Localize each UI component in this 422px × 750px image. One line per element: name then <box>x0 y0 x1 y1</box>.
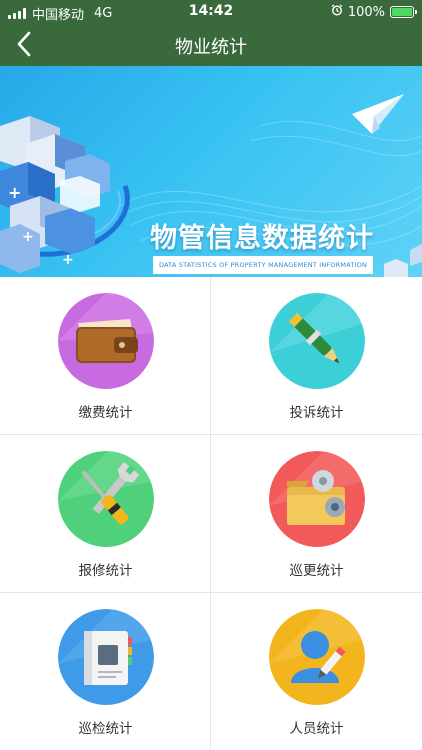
nav-bar: 物业统计 <box>0 22 422 66</box>
status-bar: 中国移动 4G 14:42 100% <box>0 0 422 23</box>
tools-icon <box>58 451 154 547</box>
menu-personnel-stats[interactable]: 人员统计 <box>211 593 422 750</box>
menu-complaint-stats[interactable]: 投诉统计 <box>211 277 422 435</box>
svg-text:+: + <box>22 229 34 245</box>
paper-plane-icon <box>352 94 404 134</box>
menu-label: 人员统计 <box>289 721 344 737</box>
menu-label: 巡检统计 <box>78 721 133 737</box>
wallet-icon <box>58 293 154 389</box>
banner-title: 物管信息数据统计 <box>150 223 374 254</box>
menu-label: 投诉统计 <box>289 405 344 421</box>
menu-label: 缴费统计 <box>78 405 133 421</box>
folder-gears-icon <box>269 451 365 547</box>
stats-menu-grid: 缴费统计 投诉统计 报修统计 巡更统计 巡检统计 人员统计 <box>0 277 422 750</box>
menu-label: 巡更统计 <box>289 563 344 579</box>
status-right: 100% <box>331 4 417 20</box>
pen-icon <box>269 293 365 389</box>
battery-icon <box>390 6 417 18</box>
notebook-icon <box>58 609 154 705</box>
menu-label: 报修统计 <box>78 563 133 579</box>
menu-payment-stats[interactable]: 缴费统计 <box>0 277 211 435</box>
svg-text:+: + <box>8 183 21 202</box>
svg-text:+: + <box>62 252 74 268</box>
page-title: 物业统计 <box>175 37 247 58</box>
banner: + + + 物管信息数据统计 DATA STATISTICS OF PROPER… <box>0 66 422 277</box>
menu-repair-stats[interactable]: 报修统计 <box>0 435 211 593</box>
menu-inspection-stats[interactable]: 巡检统计 <box>0 593 211 750</box>
user-icon <box>269 609 365 705</box>
banner-subtitle: DATA STATISTICS OF PROPERTY MANAGEMENT I… <box>153 256 373 274</box>
alarm-icon <box>331 4 343 20</box>
battery-percent: 100% <box>347 4 385 20</box>
menu-patrol-stats[interactable]: 巡更统计 <box>211 435 422 593</box>
